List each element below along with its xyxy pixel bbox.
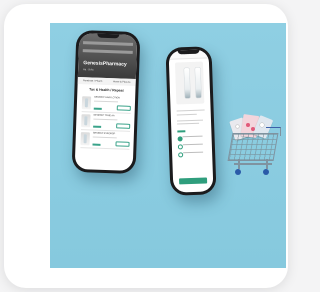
cart-wheel — [263, 169, 269, 175]
cart-basket — [227, 133, 279, 161]
option-radio[interactable] — [177, 134, 205, 142]
product-title: GENERIC EYEDROP — [92, 132, 116, 136]
tab-home[interactable]: Home & Plus Aa — [113, 80, 131, 84]
shopping-cart-icon — [216, 111, 284, 187]
add-to-cart-button[interactable] — [178, 177, 208, 185]
product-thumbnail — [81, 96, 92, 110]
phone-left: GenesisPharmacy Aa · 9 Aa Nominate / Pha… — [71, 29, 141, 175]
option-label-mark — [177, 130, 186, 132]
cart-wheel — [235, 169, 241, 175]
price-tag — [93, 125, 102, 128]
section-title: Tax & Health / Repeat — [89, 87, 124, 93]
option-radio[interactable] — [178, 149, 206, 158]
price-tag — [93, 107, 102, 110]
product-name-line — [176, 109, 205, 112]
phone-right-screen: Product Detail — [168, 49, 214, 193]
phone-left-screen: GenesisPharmacy Aa · 9 Aa Nominate / Pha… — [74, 33, 138, 171]
tab-bar: Nominate / Pharm Home & Plus Aa — [77, 77, 136, 87]
option-radio[interactable] — [177, 141, 206, 150]
cart-handle — [266, 127, 281, 136]
list-item[interactable]: GENERIC TONE AA — [81, 112, 131, 132]
brand-subtitle: Aa · 9 Aa — [83, 68, 94, 72]
product-title: GENERIC HAIR LOTION — [94, 96, 120, 100]
add-button[interactable] — [116, 123, 131, 129]
product-title: GENERIC TONE AA — [93, 114, 115, 118]
pharmacy-hero-image: GenesisPharmacy Aa · 9 Aa — [77, 33, 138, 80]
price-tag — [92, 143, 101, 146]
list-item[interactable]: GENERIC EYEDROP — [80, 130, 130, 150]
brand-title: GenesisPharmacy — [83, 60, 127, 68]
phone-notch — [177, 49, 200, 55]
product-thumbnail — [80, 132, 90, 146]
add-button[interactable] — [115, 141, 130, 147]
add-button[interactable] — [116, 105, 131, 111]
list-item[interactable]: GENERIC HAIR LOTION — [81, 94, 132, 114]
tab-nominate[interactable]: Nominate / Pharm — [83, 79, 102, 83]
product-thumbnail — [81, 114, 91, 128]
product-image — [174, 61, 205, 105]
product-photo: GenesisPharmacy Aa · 9 Aa Nominate / Pha… — [50, 23, 286, 268]
phone-right: Product Detail — [165, 46, 217, 196]
phone-notch — [97, 33, 120, 39]
